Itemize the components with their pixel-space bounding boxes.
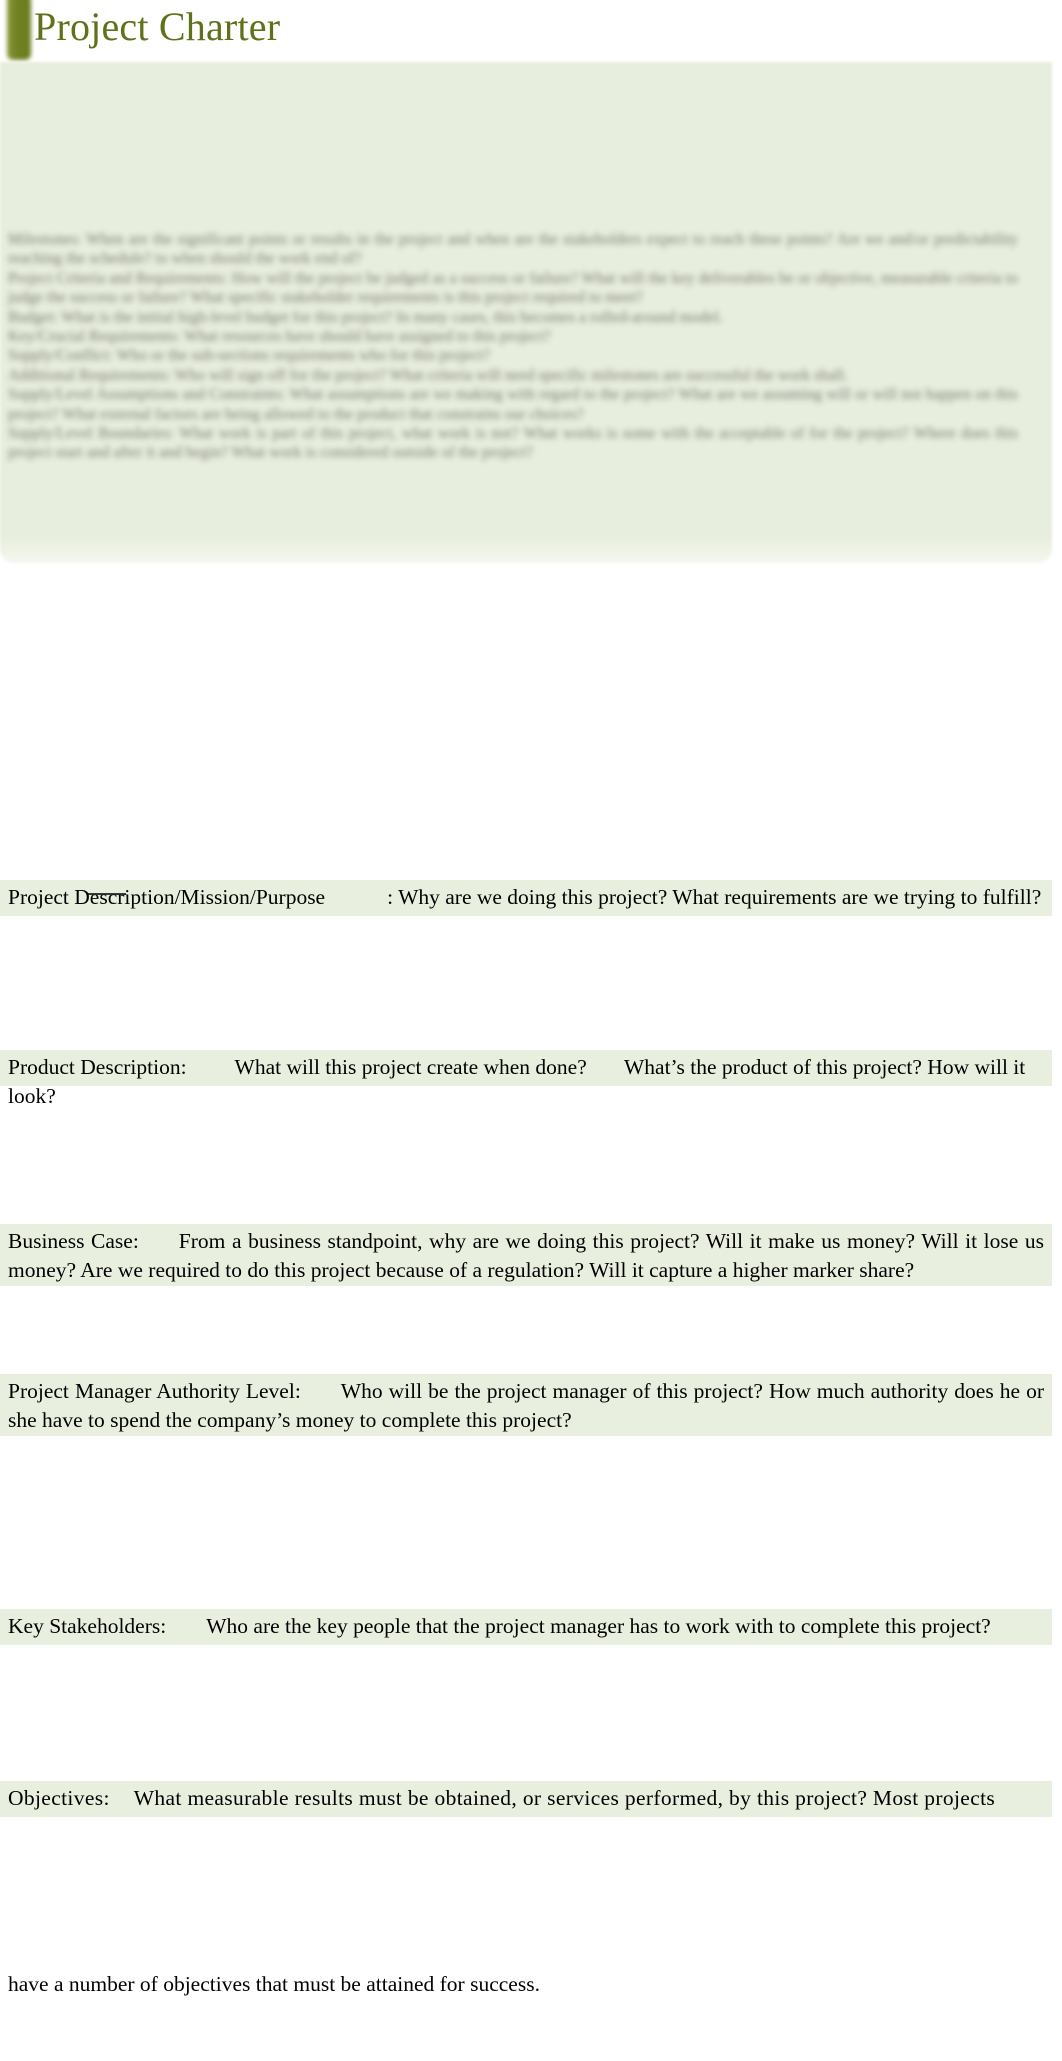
blurred-preview-text: Milestones: When are the significant poi… [8, 230, 1018, 463]
section-text: Project Description/Mission/Purpose : Why… [8, 883, 1044, 912]
section-label: Project Description/Mission/Purpose [8, 885, 326, 909]
section-text: Key Stakeholders: Who are the key people … [8, 1612, 1044, 1641]
section-pm-authority-level: Project Manager Authority Level: Who will… [0, 1374, 1052, 1436]
preview-line: Supply/Level Boundaries: What work is pa… [8, 425, 1018, 462]
preview-line: Key/Crucial Requirements: What resources… [8, 328, 551, 346]
section-text: Project Manager Authority Level: Who will… [8, 1377, 1044, 1435]
strikethrough-artifact [88, 893, 126, 895]
section-label: Business Case: [8, 1229, 139, 1253]
preview-line: Project Criteria and Requirements: How w… [8, 269, 1018, 307]
objectives-continuation-text: have a number of objectives that must be… [8, 1972, 540, 1996]
section-business-case: Business Case: From a business standpoint… [0, 1224, 1052, 1286]
section-body: Who are the key people that the project … [206, 1614, 991, 1638]
section-key-stakeholders: Key Stakeholders: Who are the key people … [0, 1609, 1052, 1645]
section-body: What measurable results must be obtained… [133, 1786, 996, 1810]
section-project-description: Project Description/Mission/Purpose : Why… [0, 880, 1052, 916]
section-text: Business Case: From a business standpoint… [8, 1227, 1044, 1285]
section-text: Product Description: What will this proje… [8, 1053, 1044, 1111]
preview-line: Milestones: When are the significant poi… [8, 231, 1018, 268]
preview-line: Budget: What is the initial high-level b… [8, 308, 723, 326]
page-title: Project Charter [34, 4, 281, 49]
section-text: Objectives: What measurable results must … [8, 1784, 1044, 1813]
preview-line: Supply/Conflict: Who or the sub-sections… [8, 347, 491, 365]
section-product-description: Product Description: What will this proje… [0, 1050, 1052, 1108]
preview-line: Supply/Level Assumptions and Constraints… [8, 386, 1018, 423]
preview-line: Additional Requirements: Who will sign o… [8, 366, 848, 384]
section-body: From a business standpoint, why are we d… [8, 1229, 1050, 1282]
blurred-preview-panel: Milestones: When are the significant poi… [0, 62, 1052, 563]
section-body: : Why are we doing this project? What re… [387, 885, 1042, 909]
section-label: Objectives: [8, 1786, 110, 1810]
section-label: Key Stakeholders: [8, 1614, 167, 1638]
section-label: Product Description: [8, 1055, 187, 1079]
document-header: Project Charter [0, 0, 1062, 62]
accent-bar-icon [7, 0, 31, 60]
section-label: Project Manager Authority Level: [8, 1379, 301, 1403]
section-objectives: Objectives: What measurable results must … [0, 1781, 1052, 1817]
